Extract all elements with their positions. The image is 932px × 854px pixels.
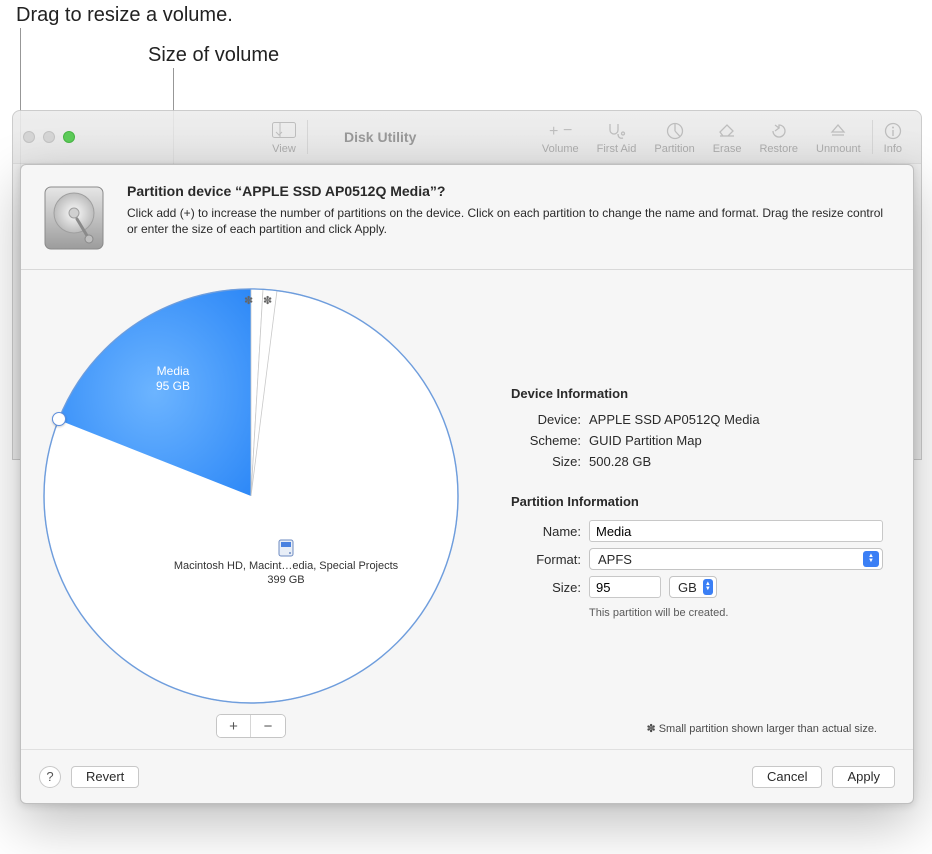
volume-hd-icon <box>277 539 295 557</box>
device-value: APPLE SSD AP0512Q Media <box>589 412 883 427</box>
dialog-subtitle: Click add (+) to increase the number of … <box>127 205 893 237</box>
erase-icon <box>717 121 737 141</box>
toolbar-view-button[interactable]: View <box>263 114 305 160</box>
toolbar-volume-button[interactable]: +− Volume <box>533 114 588 160</box>
remove-partition-button[interactable]: − <box>251 715 285 737</box>
partition-info-table: Name: Format: APFS ▲▼ <box>511 517 883 601</box>
toolbar-erase-label: Erase <box>713 143 742 155</box>
size-label: Size: <box>511 580 581 595</box>
traffic-lights <box>23 131 75 143</box>
sidebar-icon <box>272 121 296 141</box>
device-label: Device: <box>511 412 581 427</box>
format-value: APFS <box>598 552 632 567</box>
device-info-heading: Device Information <box>511 386 883 401</box>
toolbar-partition-button[interactable]: Partition <box>645 114 703 160</box>
small-partition-marker: ✽ <box>244 294 253 307</box>
toolbar-restore-label: Restore <box>759 143 798 155</box>
devsize-value: 500.28 GB <box>589 454 883 469</box>
info-panel: Device Information Device: APPLE SSD AP0… <box>481 286 893 749</box>
pie-selected-size: 95 GB <box>133 379 213 394</box>
cancel-button[interactable]: Cancel <box>752 766 822 788</box>
dialog-title: Partition device “APPLE SSD AP0512Q Medi… <box>127 183 893 199</box>
toolbar-firstaid-button[interactable]: First Aid <box>588 114 646 160</box>
pie-chart-area: Media 95 GB Macintosh HD, Macint…edia, S… <box>41 286 481 749</box>
toolbar-unmount-label: Unmount <box>816 143 861 155</box>
window-minimize-button[interactable] <box>43 131 55 143</box>
devsize-label: Size: <box>511 454 581 469</box>
add-partition-button[interactable]: + <box>217 715 251 737</box>
chevron-updown-icon: ▲▼ <box>703 579 713 595</box>
plus-minus-icon: +− <box>545 121 575 141</box>
toolbar-restore-button[interactable]: Restore <box>750 114 807 160</box>
add-remove-partition-buttons: + − <box>216 714 286 738</box>
partition-dialog: Partition device “APPLE SSD AP0512Q Medi… <box>20 164 914 804</box>
toolbar-separator <box>307 120 308 154</box>
pie-icon <box>666 121 684 141</box>
dialog-header: Partition device “APPLE SSD AP0512Q Medi… <box>21 165 913 270</box>
partition-note: This partition will be created. <box>511 607 883 619</box>
scheme-label: Scheme: <box>511 433 581 448</box>
format-label: Format: <box>511 552 581 567</box>
scheme-value: GUID Partition Map <box>589 433 883 448</box>
help-button[interactable]: ? <box>39 766 61 788</box>
name-label: Name: <box>511 524 581 539</box>
partition-format-popup[interactable]: APFS ▲▼ <box>589 548 883 570</box>
toolbar-firstaid-label: First Aid <box>597 143 637 155</box>
toolbar-view-label: View <box>272 143 296 155</box>
partition-name-input[interactable] <box>589 520 883 542</box>
toolbar-info-label: Info <box>884 143 902 155</box>
revert-button[interactable]: Revert <box>71 766 139 788</box>
toolbar-separator <box>872 120 873 154</box>
pie-selected-label: Media 95 GB <box>133 364 213 394</box>
annotation-size-of-volume: Size of volume <box>148 44 279 67</box>
resize-handle[interactable] <box>52 412 66 426</box>
restore-icon <box>770 121 788 141</box>
toolbar-erase-button[interactable]: Erase <box>704 114 751 160</box>
toolbar-info-button[interactable]: Info <box>875 114 911 160</box>
toolbar-volume-label: Volume <box>542 143 579 155</box>
partition-info-heading: Partition Information <box>511 494 883 509</box>
partition-size-input[interactable] <box>589 576 661 598</box>
annotation-drag-resize: Drag to resize a volume. <box>16 4 233 27</box>
disk-icon <box>39 183 109 253</box>
toolbar-partition-label: Partition <box>654 143 694 155</box>
eject-icon <box>830 121 846 141</box>
toolbar-unmount-button[interactable]: Unmount <box>807 114 870 160</box>
size-unit-value: GB <box>678 580 697 595</box>
small-partition-footnote: ✽ Small partition shown larger than actu… <box>646 722 877 735</box>
window-zoom-button[interactable] <box>63 131 75 143</box>
chevron-updown-icon: ▲▼ <box>863 551 879 567</box>
pie-main-size: 399 GB <box>161 574 411 588</box>
titlebar: View Disk Utility +− Volume First Aid Pa… <box>13 111 921 164</box>
pie-main-name: Macintosh HD, Macint…edia, Special Proje… <box>161 560 411 574</box>
svg-text:−: − <box>563 124 572 138</box>
app-title: Disk Utility <box>344 129 416 145</box>
info-icon <box>884 121 902 141</box>
svg-text:+: + <box>549 124 558 138</box>
window-close-button[interactable] <box>23 131 35 143</box>
pie-selected-name: Media <box>133 364 213 379</box>
apply-button[interactable]: Apply <box>832 766 895 788</box>
stethoscope-icon <box>606 121 626 141</box>
pie-main-label: Macintosh HD, Macint…edia, Special Proje… <box>161 560 411 588</box>
small-partition-marker: ✽ <box>263 294 272 307</box>
dialog-footer: ? Revert Cancel Apply <box>21 749 913 803</box>
size-unit-popup[interactable]: GB ▲▼ <box>669 576 717 598</box>
partition-pie-chart[interactable]: Media 95 GB Macintosh HD, Macint…edia, S… <box>41 286 461 706</box>
device-info-table: Device: APPLE SSD AP0512Q Media Scheme: … <box>511 409 883 472</box>
